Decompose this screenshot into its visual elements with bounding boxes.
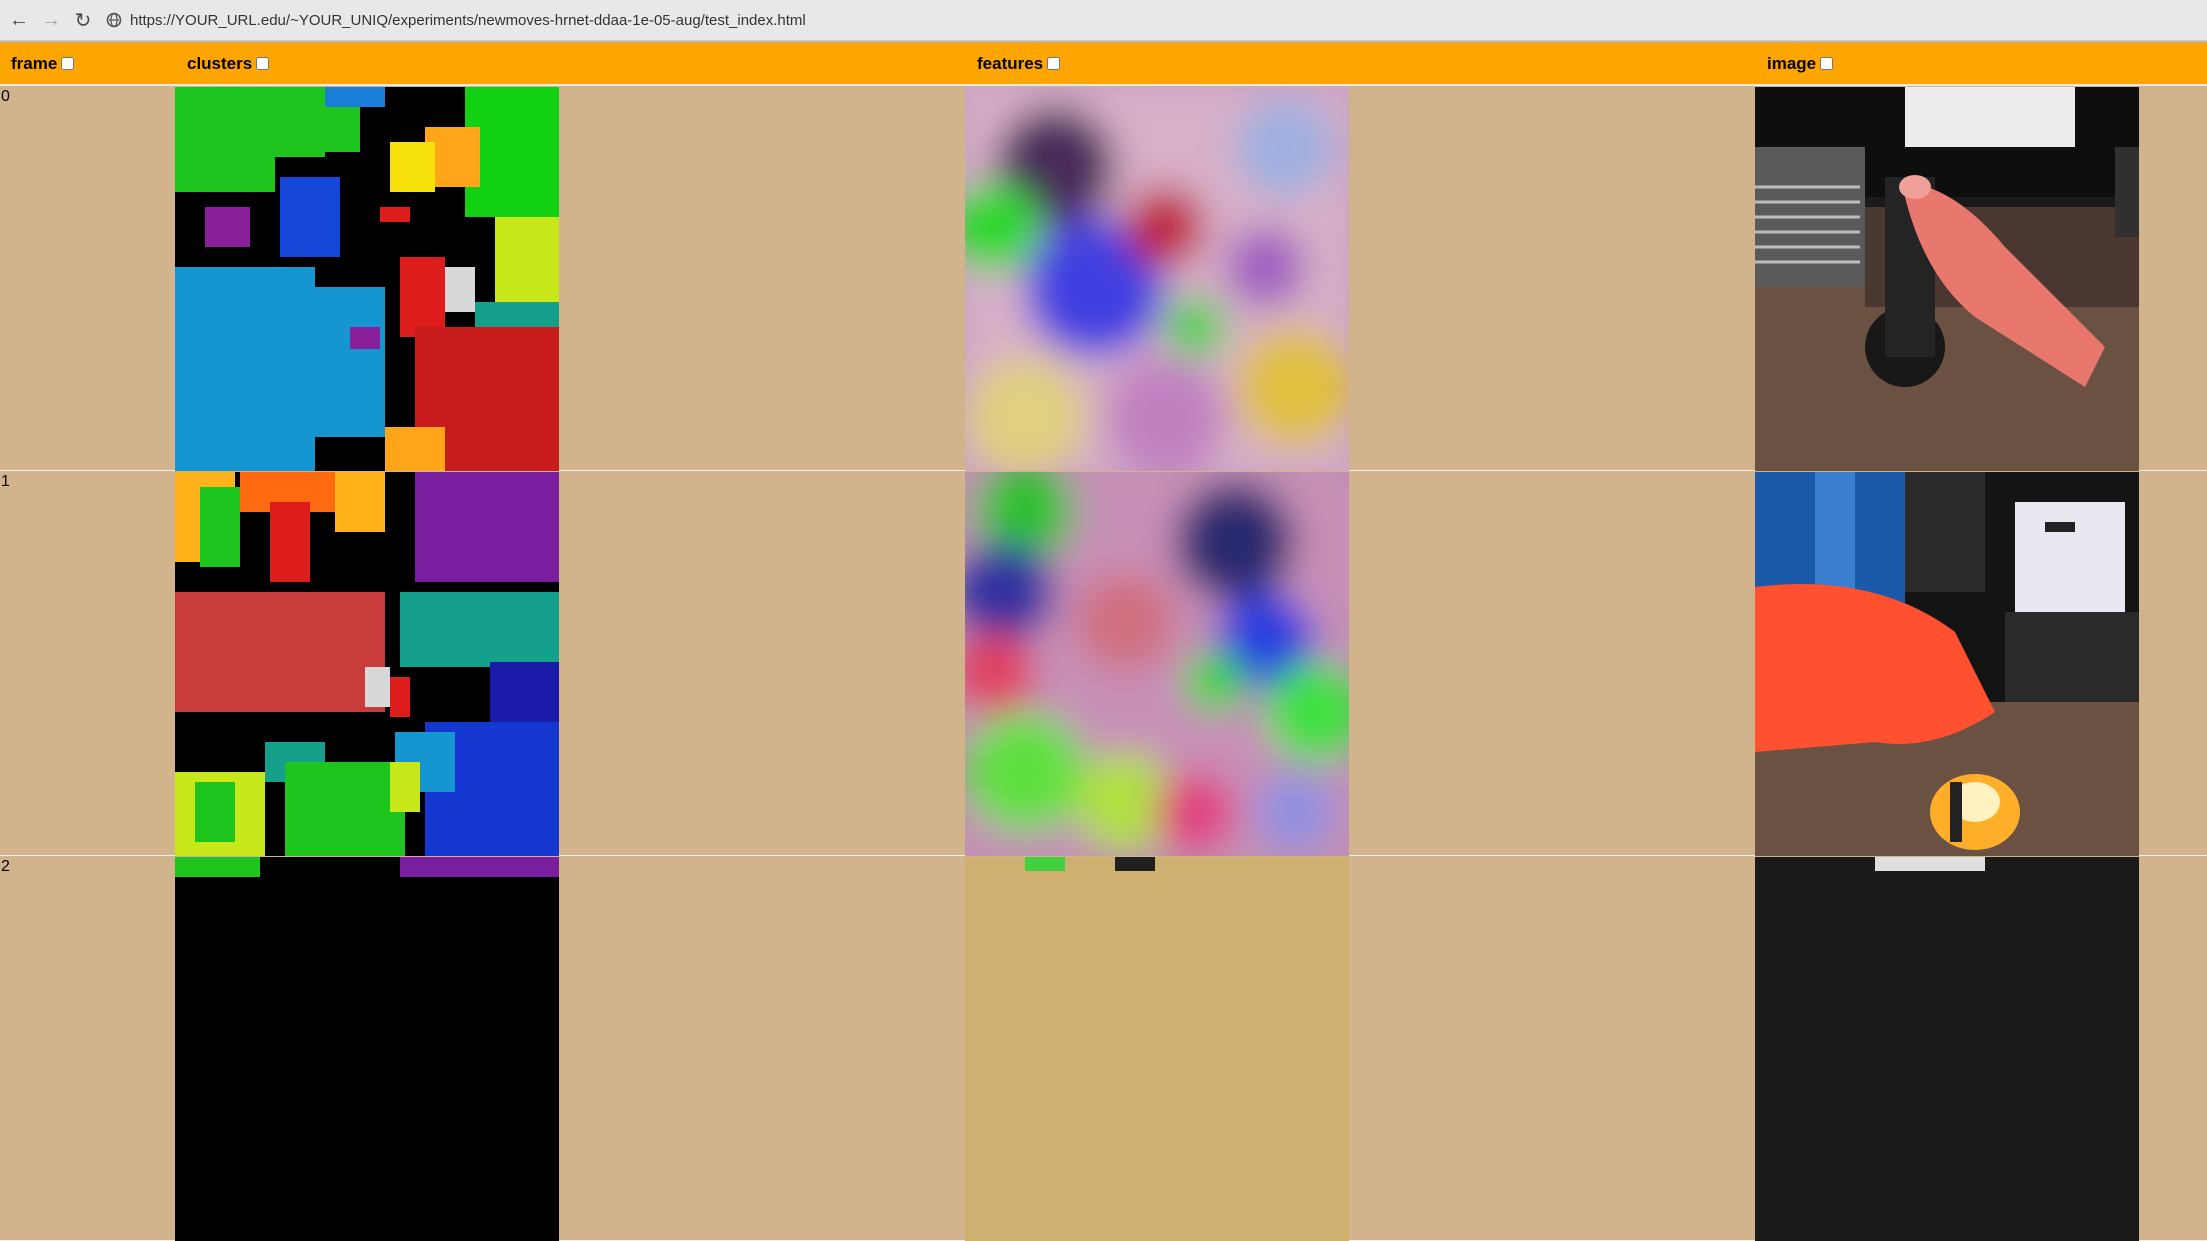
header-clusters: clusters (187, 43, 270, 84)
table-header: frame clusters features image (0, 43, 2207, 86)
arrow-left-icon[interactable]: ← (6, 7, 32, 33)
header-image: image (1767, 43, 1834, 84)
feature-map-image (965, 87, 1349, 471)
features-checkbox[interactable] (1047, 57, 1061, 70)
header-image-label: image (1767, 53, 1817, 73)
address-bar[interactable]: https://YOUR_URL.edu/~YOUR_UNIQ/experime… (106, 6, 2196, 34)
site-info-icon[interactable] (106, 12, 122, 28)
image-checkbox[interactable] (1820, 57, 1834, 70)
frame-checkbox[interactable] (61, 57, 75, 70)
browser-toolbar: ← → ↻ https://YOUR_URL.edu/~YOUR_UNIQ/ex… (0, 0, 2207, 41)
header-clusters-label: clusters (187, 53, 253, 73)
clusters-checkbox[interactable] (256, 57, 270, 70)
arrow-right-icon[interactable]: → (38, 7, 64, 33)
table-row: 1 (0, 471, 2207, 856)
header-frame: frame (11, 43, 75, 84)
feature-map-image (965, 857, 1349, 1241)
url-text[interactable]: https://YOUR_URL.edu/~YOUR_UNIQ/experime… (130, 12, 806, 29)
frame-number: 1 (1, 473, 10, 490)
feature-map-image (965, 472, 1349, 856)
frame-number: 2 (1, 858, 10, 875)
cluster-map-image (175, 87, 559, 471)
table-row: 2 (0, 856, 2207, 1241)
header-features: features (977, 43, 1061, 84)
cluster-map-image (175, 857, 559, 1241)
camera-frame-image (1755, 857, 2139, 1241)
frame-number: 0 (1, 88, 10, 105)
header-features-label: features (977, 53, 1044, 73)
cluster-map-image (175, 472, 559, 856)
camera-frame-image (1755, 472, 2139, 856)
reload-icon[interactable]: ↻ (70, 7, 96, 33)
camera-frame-image (1755, 87, 2139, 471)
table-row: 0 (0, 86, 2207, 471)
header-frame-label: frame (11, 53, 58, 73)
